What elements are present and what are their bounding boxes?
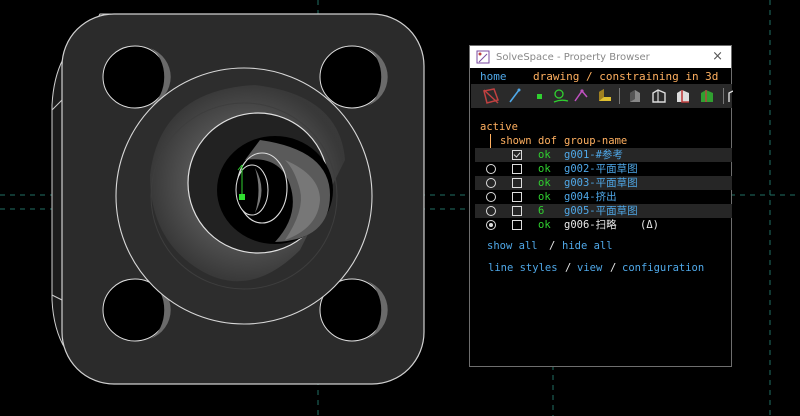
show-constraints-icon[interactable] xyxy=(571,86,591,106)
breadcrumb: home drawing / constraining in 3d xyxy=(480,70,718,83)
show-shaded-icon[interactable] xyxy=(625,86,645,106)
group-name-link[interactable]: g002-平面草图 xyxy=(564,162,638,176)
show-points-icon[interactable] xyxy=(529,86,549,106)
link-separator: / xyxy=(565,262,572,274)
group-name-link[interactable]: g005-平面草图 xyxy=(564,204,638,218)
show-workplanes-icon[interactable] xyxy=(481,86,501,106)
window-titlebar[interactable]: SolveSpace - Property Browser × xyxy=(470,46,731,68)
show-hidden-lines-icon[interactable] xyxy=(649,86,669,106)
show-mesh-icon[interactable] xyxy=(697,86,717,106)
dof-status: ok xyxy=(538,149,551,161)
hide-all-link[interactable]: hide all xyxy=(562,239,613,253)
dof-status: ok xyxy=(538,177,551,189)
solvespace-logo-icon xyxy=(476,50,490,64)
show-construction-icon[interactable] xyxy=(551,86,571,106)
dof-status: ok xyxy=(538,163,551,175)
show-faces-icon[interactable] xyxy=(595,86,615,106)
close-button[interactable]: × xyxy=(712,49,723,64)
home-link[interactable]: home xyxy=(480,70,507,83)
shown-column-header: shown xyxy=(500,135,532,147)
active-radio-selected[interactable] xyxy=(486,220,496,230)
group-solve-status: (Δ) xyxy=(640,219,659,231)
configuration-link[interactable]: configuration xyxy=(622,261,704,275)
group-name-link[interactable]: g001-#参考 xyxy=(564,148,623,162)
display-toolbar xyxy=(471,84,733,108)
active-radio[interactable] xyxy=(486,206,496,216)
group-name-link[interactable]: g004-挤出 xyxy=(564,190,617,204)
show-all-link[interactable]: show all xyxy=(487,239,538,253)
shown-checkbox[interactable] xyxy=(512,206,522,216)
show-outline-icon[interactable] xyxy=(673,86,693,106)
active-radio[interactable] xyxy=(486,164,496,174)
shown-checkbox[interactable] xyxy=(512,164,522,174)
shown-checkbox[interactable] xyxy=(512,220,522,230)
show-normals-icon[interactable] xyxy=(505,86,525,106)
dof-column-header: dof xyxy=(538,135,557,147)
line-styles-link[interactable]: line styles xyxy=(488,261,558,275)
active-group-name: g006-扫略 xyxy=(564,219,617,231)
active-radio[interactable] xyxy=(486,192,496,202)
dof-status: ok xyxy=(538,191,551,203)
property-browser-window: SolveSpace - Property Browser × home dra… xyxy=(469,45,733,367)
active-column-header: active xyxy=(480,121,518,133)
group-name-column-header: group-name xyxy=(564,135,628,147)
group-name-link[interactable]: g003-平面草图 xyxy=(564,176,638,190)
mounting-hole-tr xyxy=(319,45,388,109)
flange-part[interactable] xyxy=(51,13,425,385)
active-radio[interactable] xyxy=(486,178,496,188)
shown-checkbox[interactable] xyxy=(512,178,522,188)
view-link[interactable]: view xyxy=(577,261,602,275)
dof-status: ok xyxy=(538,219,551,231)
dof-status: 6 xyxy=(538,205,545,217)
window-title: SolveSpace - Property Browser xyxy=(496,51,650,63)
show-edges-icon[interactable] xyxy=(727,86,733,106)
link-separator: / xyxy=(549,240,556,252)
shown-checkbox[interactable] xyxy=(512,192,522,202)
mode-label: drawing / constraining in 3d xyxy=(533,70,719,83)
shown-checkbox[interactable] xyxy=(512,150,522,160)
link-separator: / xyxy=(610,262,617,274)
